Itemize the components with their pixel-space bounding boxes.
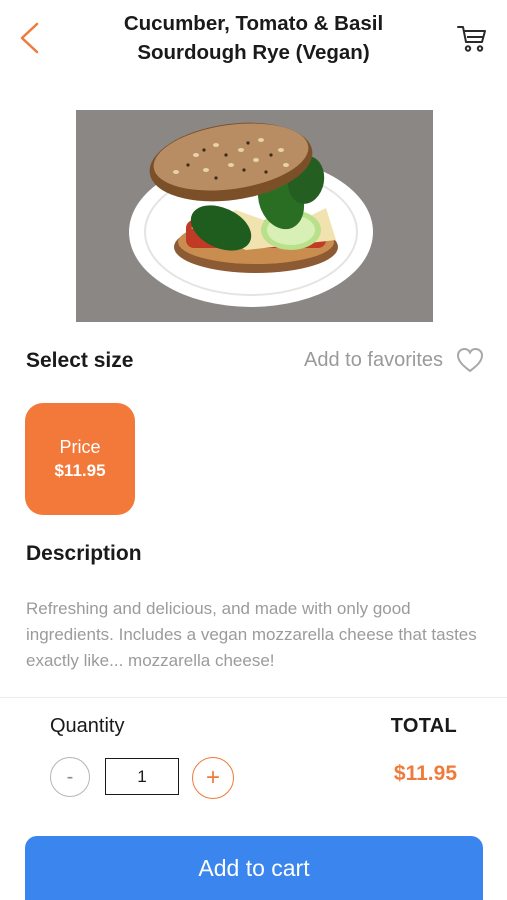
select-size-heading: Select size xyxy=(26,349,134,372)
divider xyxy=(0,697,507,698)
header-bar: Cucumber, Tomato & Basil Sourdough Rye (… xyxy=(0,0,507,80)
total-label: TOTAL xyxy=(390,715,457,737)
size-option-price-value: $11.95 xyxy=(54,461,106,480)
product-image xyxy=(76,110,433,322)
add-to-favorites-label: Add to favorites xyxy=(304,348,443,371)
quantity-label: Quantity xyxy=(50,715,125,737)
add-to-favorites-button[interactable]: Add to favorites xyxy=(304,343,485,377)
heart-outline-icon xyxy=(456,347,484,373)
total-price: $11.95 xyxy=(393,762,457,785)
cart-icon xyxy=(457,26,486,52)
cart-button[interactable] xyxy=(455,22,489,56)
size-option-price[interactable]: Price $11.95 xyxy=(25,403,135,515)
quantity-decrement-button[interactable]: - xyxy=(50,757,90,797)
quantity-increment-button[interactable]: + xyxy=(192,757,234,799)
description-heading: Description xyxy=(26,542,142,565)
add-to-cart-button[interactable]: Add to cart xyxy=(25,836,483,900)
page-title: Cucumber, Tomato & Basil Sourdough Rye (… xyxy=(123,12,384,64)
back-button[interactable] xyxy=(14,20,44,56)
size-option-label: Price xyxy=(59,437,101,457)
chevron-left-icon xyxy=(20,22,39,54)
sandwich-photo xyxy=(76,110,433,322)
description-text: Refreshing and delicious, and made with … xyxy=(26,599,477,670)
quantity-input[interactable] xyxy=(105,758,179,795)
